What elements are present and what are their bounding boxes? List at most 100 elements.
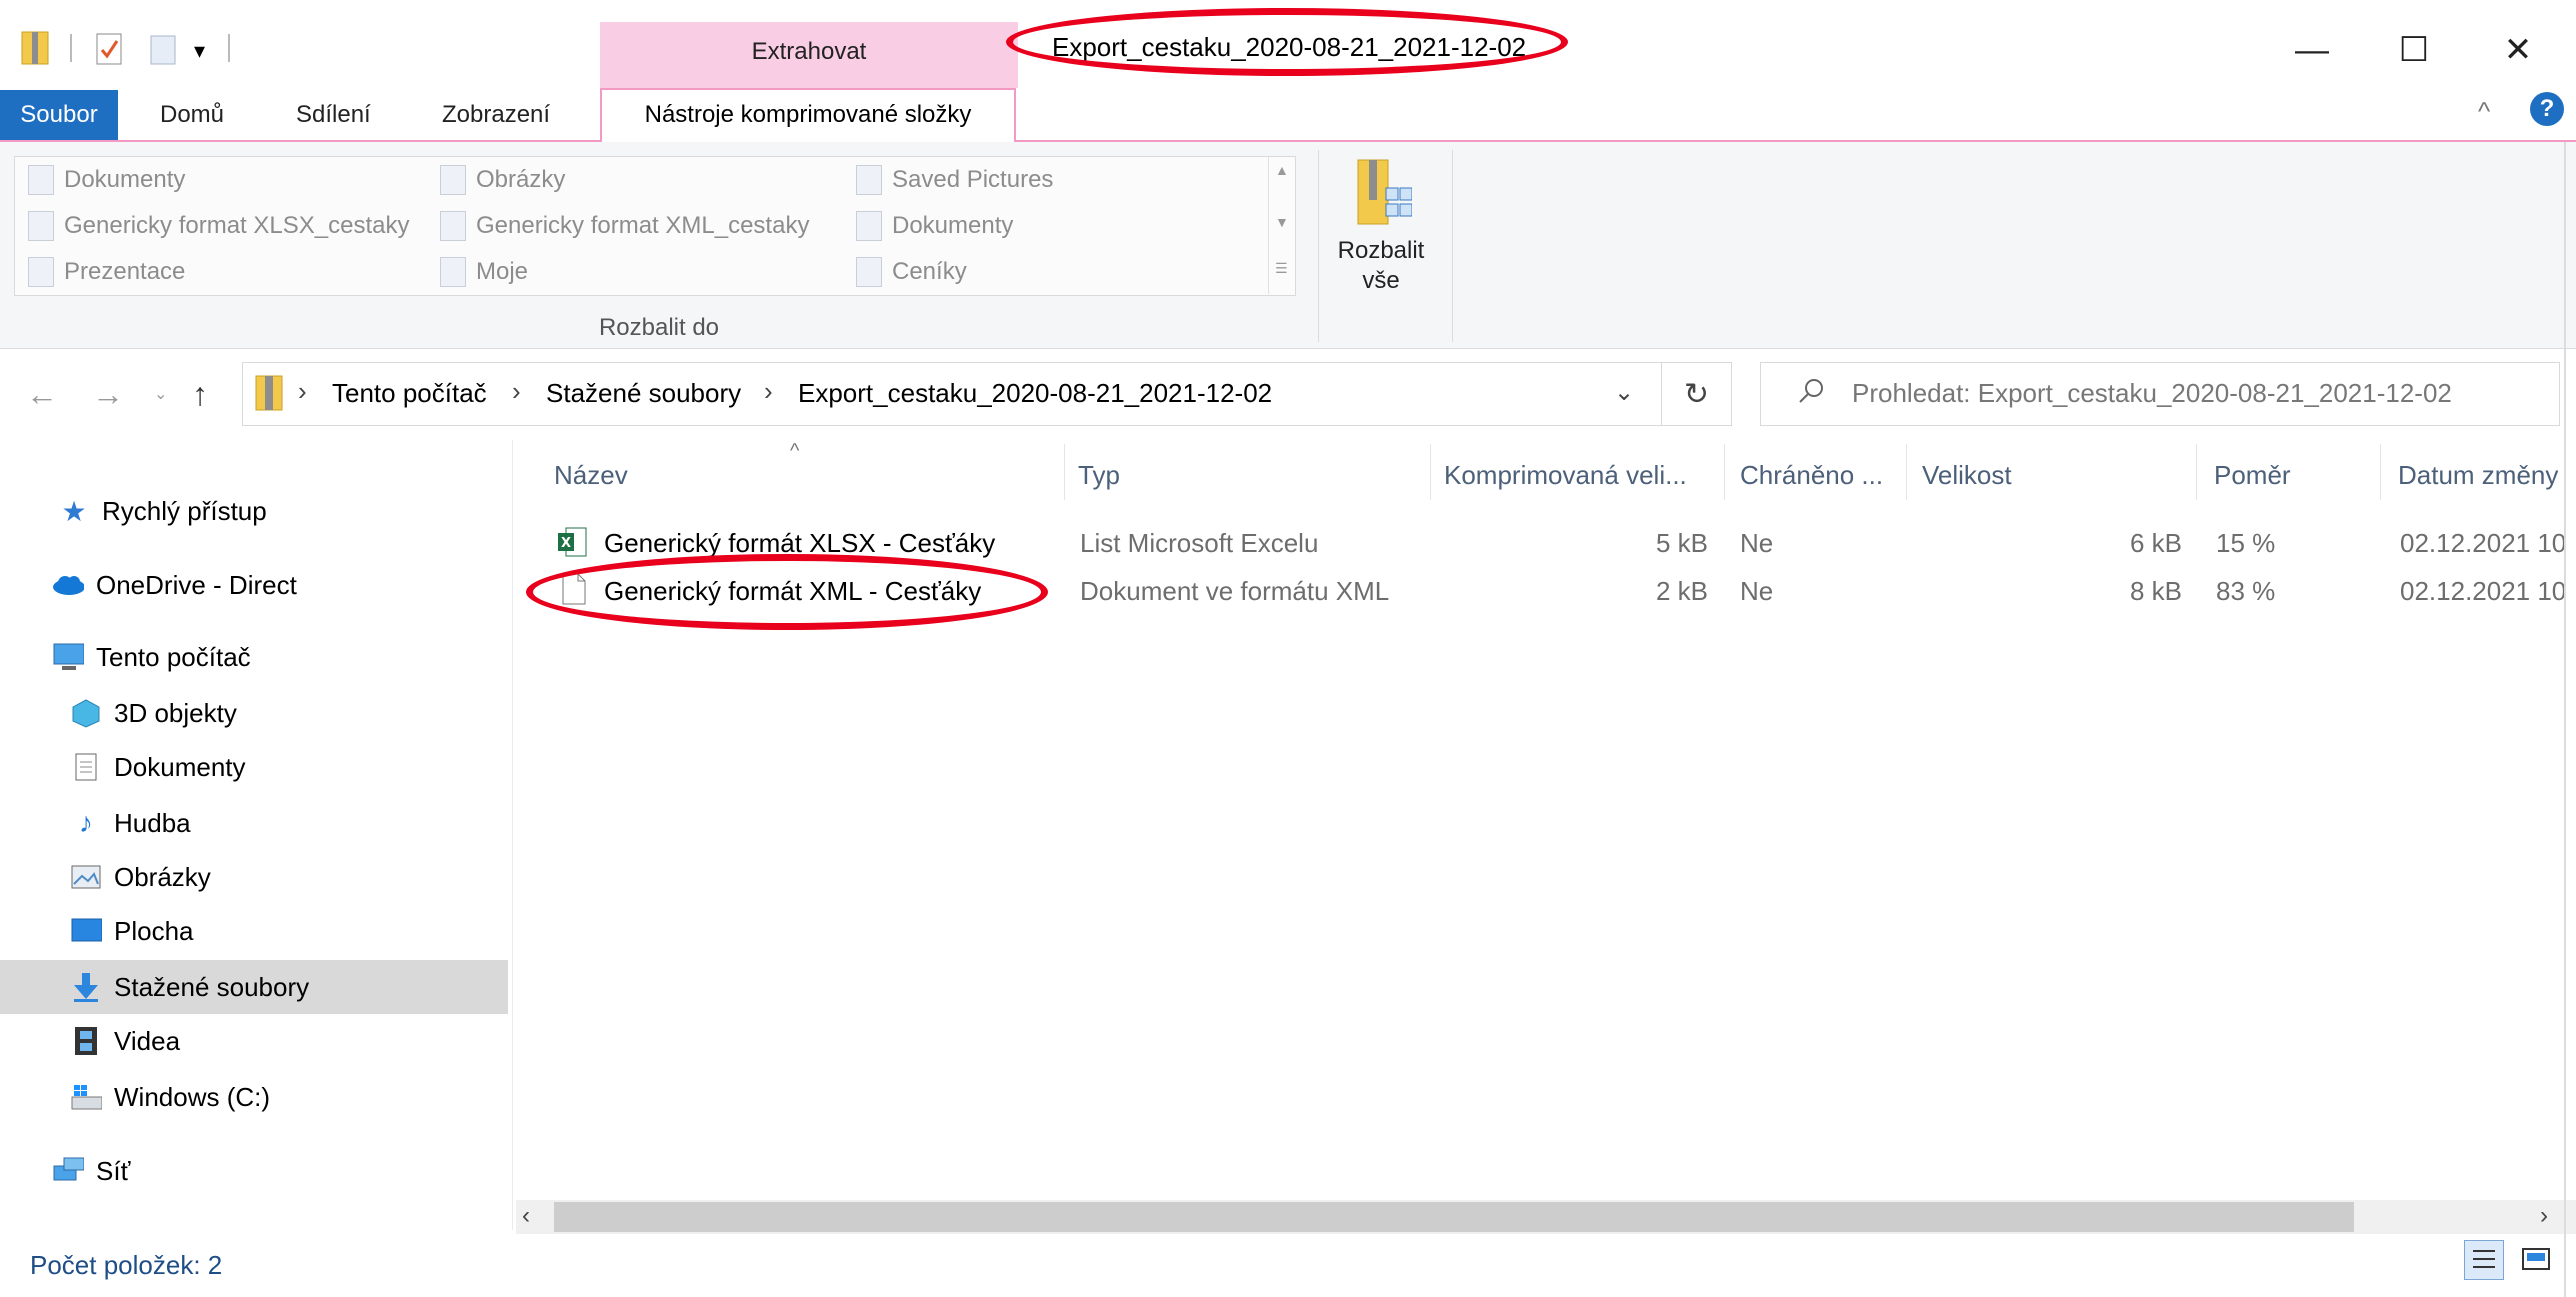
column-divider[interactable] xyxy=(1724,444,1725,500)
excel-icon: X xyxy=(556,526,588,563)
gallery-item[interactable]: Dokumenty xyxy=(856,206,1013,246)
sidebar-item-music[interactable]: ♪ Hudba xyxy=(0,796,508,850)
folder-icon xyxy=(440,257,466,287)
film-icon xyxy=(70,1025,102,1057)
breadcrumb-separator[interactable]: › xyxy=(298,376,307,407)
file-modified: 02.12.2021 10:5 xyxy=(2400,576,2564,606)
extract-all-label[interactable]: Rozbalit vše xyxy=(1320,236,1442,296)
extract-all-icon xyxy=(1357,159,1412,225)
ribbon-divider xyxy=(1452,150,1453,342)
breadcrumb-this-pc[interactable]: Tento počítač xyxy=(332,378,487,409)
file-modified: 02.12.2021 10:5 xyxy=(2400,528,2564,558)
gallery-item[interactable]: Genericky format XLSX_cestaky xyxy=(28,206,409,246)
column-header-date-modified[interactable]: Datum změny xyxy=(2398,460,2564,491)
column-header-protected[interactable]: Chráněno ... xyxy=(1740,460,1883,491)
sidebar-item-videos[interactable]: Videa xyxy=(0,1014,508,1068)
column-header-size[interactable]: Velikost xyxy=(1922,460,2012,491)
breadcrumb-separator[interactable]: › xyxy=(512,376,521,407)
gallery-item[interactable]: Saved Pictures xyxy=(856,160,1053,200)
refresh-icon: ↻ xyxy=(1683,377,1710,411)
tab-home[interactable]: Domů xyxy=(140,90,244,140)
scroll-left-icon[interactable]: ‹ xyxy=(522,1202,530,1230)
tab-compressed-folder-tools[interactable]: Nástroje komprimované složky xyxy=(600,88,1016,142)
desktop-icon xyxy=(70,915,102,947)
column-header-compressed-size[interactable]: Komprimovaná veli... xyxy=(1444,460,1687,491)
large-icons-view-icon xyxy=(2522,1248,2550,1270)
scroll-right-icon[interactable]: › xyxy=(2540,1202,2548,1230)
column-header-name[interactable]: Název xyxy=(554,460,628,491)
sidebar-item-windows-c[interactable]: Windows (C:) xyxy=(0,1070,508,1124)
details-view-button[interactable] xyxy=(2464,1240,2504,1280)
gallery-item[interactable]: Obrázky xyxy=(440,160,565,200)
close-button[interactable]: ✕ xyxy=(2470,22,2566,78)
forward-arrow-icon[interactable]: → xyxy=(92,376,124,413)
qat-divider xyxy=(228,34,230,62)
breadcrumb-current-folder[interactable]: Export_cestaku_2020-08-21_2021-12-02 xyxy=(798,378,1272,409)
column-divider[interactable] xyxy=(2196,444,2197,500)
minimize-button[interactable]: — xyxy=(2264,22,2360,78)
maximize-button[interactable]: ☐ xyxy=(2366,22,2462,78)
recent-locations-icon[interactable]: ⌄ xyxy=(154,384,167,404)
qat-dropdown-icon[interactable]: ▾ xyxy=(194,38,205,64)
file-protected: Ne xyxy=(1740,528,1774,558)
sidebar-item-quick-access[interactable]: ★ Rychlý přístup xyxy=(0,484,508,538)
breadcrumb-downloads[interactable]: Stažené soubory xyxy=(546,378,741,409)
details-view-icon xyxy=(2473,1250,2495,1268)
refresh-button[interactable]: ↻ xyxy=(1662,362,1732,426)
large-icons-view-button[interactable] xyxy=(2516,1240,2556,1280)
qat-divider xyxy=(70,34,72,62)
scroll-down-icon[interactable]: ▼ xyxy=(1275,214,1289,230)
file-ratio: 15 % xyxy=(2216,528,2276,558)
cloud-icon xyxy=(52,569,84,601)
column-header-type[interactable]: Typ xyxy=(1078,460,1120,491)
status-item-count: Počet položek: 2 xyxy=(30,1250,223,1280)
sidebar-divider xyxy=(512,440,513,1230)
folder-icon xyxy=(28,211,54,241)
column-divider[interactable] xyxy=(1064,444,1065,500)
address-dropdown-icon[interactable]: ⌄ xyxy=(1614,378,1634,407)
sidebar-item-desktop[interactable]: Plocha xyxy=(0,904,508,958)
sort-ascending-icon: ^ xyxy=(790,440,800,462)
gallery-scrollbar[interactable]: ▲ ▼ ☰ xyxy=(1268,156,1295,294)
window-border xyxy=(2564,142,2566,1297)
gallery-item[interactable]: Ceníky xyxy=(856,252,967,292)
sidebar-item-network[interactable]: Síť xyxy=(0,1144,508,1198)
sidebar-item-3d-objects[interactable]: 3D objekty xyxy=(0,686,508,740)
folder-icon xyxy=(856,211,882,241)
tab-file[interactable]: Soubor xyxy=(0,90,118,140)
file-protected: Ne xyxy=(1740,576,1774,606)
sidebar-item-this-pc[interactable]: Tento počítač xyxy=(0,630,508,684)
gallery-item[interactable]: Dokumenty xyxy=(28,160,185,200)
file-compressed-size: 2 kB xyxy=(1655,576,1708,606)
gallery-item[interactable]: Moje xyxy=(440,252,528,292)
help-icon[interactable]: ? xyxy=(2530,92,2564,126)
tab-view[interactable]: Zobrazení xyxy=(422,90,570,140)
document-icon xyxy=(70,751,102,783)
column-divider[interactable] xyxy=(1906,444,1907,500)
picture-icon xyxy=(440,165,466,195)
tab-share[interactable]: Sdílení xyxy=(276,90,391,140)
picture-icon xyxy=(70,861,102,893)
new-folder-icon[interactable] xyxy=(148,30,178,66)
back-arrow-icon[interactable]: ← xyxy=(26,376,58,413)
properties-icon[interactable] xyxy=(94,30,124,66)
search-placeholder: Prohledat: Export_cestaku_2020-08-21_202… xyxy=(1852,378,2452,408)
file-ratio: 83 % xyxy=(2216,576,2276,606)
column-divider[interactable] xyxy=(2380,444,2381,500)
column-header-ratio[interactable]: Poměr xyxy=(2214,460,2291,491)
gallery-item[interactable]: Genericky format XML_cestaky xyxy=(440,206,809,246)
sidebar-item-pictures[interactable]: Obrázky xyxy=(0,850,508,904)
sidebar-item-downloads[interactable]: Stažené soubory xyxy=(0,960,508,1014)
sidebar-item-documents[interactable]: Dokumenty xyxy=(0,740,508,794)
column-divider[interactable] xyxy=(1430,444,1431,500)
breadcrumb-separator[interactable]: › xyxy=(764,376,773,407)
collapse-ribbon-icon[interactable]: ^ xyxy=(2478,96,2490,127)
gallery-item[interactable]: Prezentace xyxy=(28,252,185,292)
up-arrow-icon[interactable]: ↑ xyxy=(192,376,208,413)
sidebar-item-onedrive[interactable]: OneDrive - Direct xyxy=(0,558,508,612)
folder-icon xyxy=(440,211,466,241)
file-compressed-size: 5 kB xyxy=(1655,528,1708,558)
scroll-up-icon[interactable]: ▲ xyxy=(1275,162,1289,178)
gallery-expand-icon[interactable]: ☰ xyxy=(1275,260,1288,277)
scrollbar-thumb[interactable] xyxy=(554,1202,2354,1232)
